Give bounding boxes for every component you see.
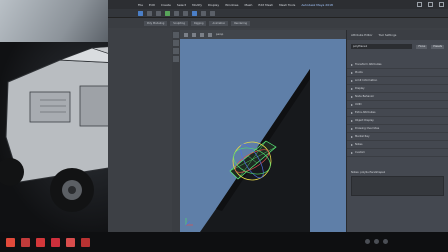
wireframe-icon[interactable] <box>200 32 204 37</box>
attr-section[interactable]: Node Behavior <box>347 93 448 101</box>
menu-create[interactable]: Create <box>161 3 171 7</box>
render-icon[interactable] <box>192 10 197 16</box>
lasso-icon[interactable] <box>147 10 152 16</box>
expand-arrow-icon <box>351 135 353 138</box>
status-line <box>108 9 448 18</box>
search-icon[interactable] <box>21 237 30 247</box>
shelf-tabs: Poly Modeling Sculpting Rigging Animatio… <box>108 18 448 28</box>
shelf-tab-animation[interactable]: Animation <box>209 20 229 26</box>
3d-viewport[interactable]: persp <box>180 30 346 232</box>
shelf-tab-sculpt[interactable]: Sculpting <box>170 20 188 26</box>
expand-arrow-icon <box>351 127 353 130</box>
camera-icon[interactable] <box>184 32 188 37</box>
attr-section[interactable]: Notes <box>347 141 448 149</box>
expand-arrow-icon <box>351 143 353 146</box>
attr-section[interactable]: Display <box>347 85 448 93</box>
window-controls <box>417 2 444 7</box>
attr-section[interactable]: Custom <box>347 149 448 157</box>
expand-arrow-icon <box>351 95 353 98</box>
menu-select[interactable]: Select <box>177 3 186 7</box>
snap-curve-icon[interactable] <box>174 10 179 16</box>
render-settings-icon[interactable] <box>210 10 215 16</box>
attr-section[interactable]: Transform Attributes <box>347 61 448 69</box>
attr-section[interactable]: Limit Information <box>347 77 448 85</box>
notes-textarea[interactable] <box>351 176 444 196</box>
expand-arrow-icon <box>351 111 353 114</box>
app-icon[interactable] <box>66 237 75 247</box>
viewport-scene <box>180 39 310 232</box>
expand-arrow-icon <box>351 87 353 90</box>
notification-icon[interactable] <box>383 239 388 244</box>
shelf-tab-poly[interactable]: Poly Modeling <box>144 20 168 26</box>
attribute-editor: Attribute Editor Tool Settings polyPlane… <box>346 30 448 232</box>
scale-icon[interactable] <box>173 56 179 62</box>
attr-section[interactable]: Pivots <box>347 69 448 77</box>
menu-edit[interactable]: Edit <box>149 3 155 7</box>
menu-edit-mesh[interactable]: Edit Mesh <box>258 3 273 7</box>
select-tool-icon[interactable] <box>138 10 143 16</box>
close-icon[interactable] <box>439 2 444 7</box>
attr-section[interactable]: Mental Ray <box>347 133 448 141</box>
move-icon[interactable] <box>173 40 179 46</box>
folder-icon[interactable] <box>36 237 45 247</box>
attr-section[interactable]: UUID <box>347 101 448 109</box>
toolbox <box>172 30 180 232</box>
menu-modify[interactable]: Modify <box>192 3 202 7</box>
browser-icon[interactable] <box>51 237 60 247</box>
menu-windows[interactable]: Windows <box>225 3 238 7</box>
tab-attribute-editor[interactable]: Attribute Editor <box>351 33 373 37</box>
menu-display[interactable]: Display <box>208 3 219 7</box>
attr-section[interactable]: Object Display <box>347 117 448 125</box>
menu-file[interactable]: File <box>138 3 143 7</box>
grid-icon[interactable] <box>192 32 196 37</box>
presets-button[interactable]: Presets <box>431 44 444 49</box>
attribute-sections: Transform Attributes Pivots Limit Inform… <box>347 61 448 157</box>
maximize-icon[interactable] <box>428 2 433 7</box>
maya-icon[interactable] <box>81 237 90 247</box>
expand-arrow-icon <box>351 79 353 82</box>
expand-arrow-icon <box>351 103 353 106</box>
select-icon[interactable] <box>173 32 179 38</box>
expand-arrow-icon <box>351 151 353 154</box>
node-name-row: polyPlane1 Focus Presets <box>351 44 444 49</box>
snap-grid-icon[interactable] <box>165 10 170 16</box>
volume-icon[interactable] <box>374 239 379 244</box>
menu-mesh-tools[interactable]: Mesh Tools <box>279 3 295 7</box>
attr-section[interactable]: Extra Attributes <box>347 109 448 117</box>
shaded-icon[interactable] <box>208 32 212 37</box>
minimize-icon[interactable] <box>417 2 422 7</box>
camera-label: persp <box>216 33 224 36</box>
attr-section[interactable]: Drawing Overrides <box>347 125 448 133</box>
taskbar <box>0 232 448 252</box>
menu-bar: File Edit Create Select Modify Display W… <box>108 0 448 9</box>
expand-arrow-icon <box>351 71 353 74</box>
tab-tool-settings[interactable]: Tool Settings <box>379 33 397 37</box>
menu-mesh[interactable]: Mesh <box>245 3 253 7</box>
paint-select-icon[interactable] <box>156 10 161 16</box>
ipr-icon[interactable] <box>201 10 206 16</box>
node-name-field[interactable]: polyPlane1 <box>351 44 413 49</box>
snap-point-icon[interactable] <box>183 10 188 16</box>
window-title: Autodesk Maya 2018 <box>301 2 333 7</box>
viewport-toolbar: persp <box>180 30 346 39</box>
notes-label: Notes: polySurfaceShape1 <box>351 171 386 174</box>
start-icon[interactable] <box>6 237 15 247</box>
focus-button[interactable]: Focus <box>416 44 428 49</box>
expand-arrow-icon <box>351 119 353 122</box>
system-tray <box>365 239 388 244</box>
attribute-editor-tabs: Attribute Editor Tool Settings <box>347 30 448 40</box>
rotate-icon[interactable] <box>173 48 179 54</box>
network-icon[interactable] <box>365 239 370 244</box>
shelf-tab-rigging[interactable]: Rigging <box>190 20 207 26</box>
shelf-tab-rendering[interactable]: Rendering <box>231 20 250 26</box>
expand-arrow-icon <box>351 63 353 66</box>
